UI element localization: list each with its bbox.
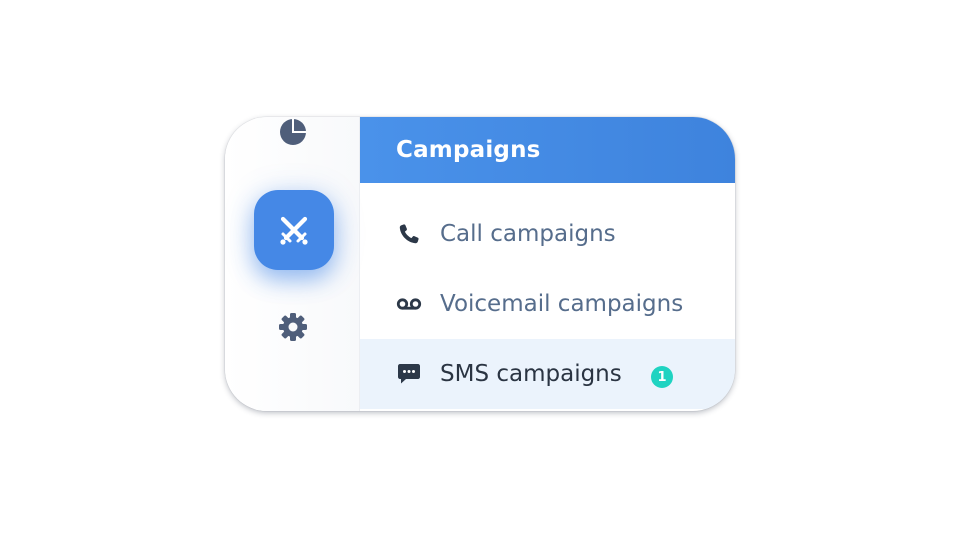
panel-header: Campaigns	[360, 117, 735, 183]
voicemail-icon	[396, 291, 422, 317]
sidebar-rail	[225, 117, 360, 411]
gear-icon[interactable]	[277, 311, 309, 343]
menu-item-label: Voicemail campaigns	[440, 291, 684, 317]
crossed-swords-icon	[276, 212, 312, 248]
campaigns-nav-button[interactable]	[254, 190, 334, 270]
campaigns-panel: Campaigns Call campaigns Voicemail campa…	[360, 117, 735, 411]
menu-item-label: Call campaigns	[440, 221, 616, 247]
menu-item-call-campaigns[interactable]: Call campaigns	[360, 199, 735, 269]
menu-item-label: SMS campaigns	[440, 361, 622, 387]
menu-item-sms-campaigns[interactable]: SMS campaigns 1	[360, 339, 735, 409]
menu-item-voicemail-campaigns[interactable]: Voicemail campaigns	[360, 269, 735, 339]
pie-chart-icon[interactable]	[277, 117, 309, 147]
campaigns-menu-card: Campaigns Call campaigns Voicemail campa…	[225, 117, 735, 411]
notification-badge: 1	[651, 366, 673, 388]
panel-title: Campaigns	[396, 137, 541, 163]
phone-icon	[396, 221, 422, 247]
chat-bubble-icon	[396, 361, 422, 387]
